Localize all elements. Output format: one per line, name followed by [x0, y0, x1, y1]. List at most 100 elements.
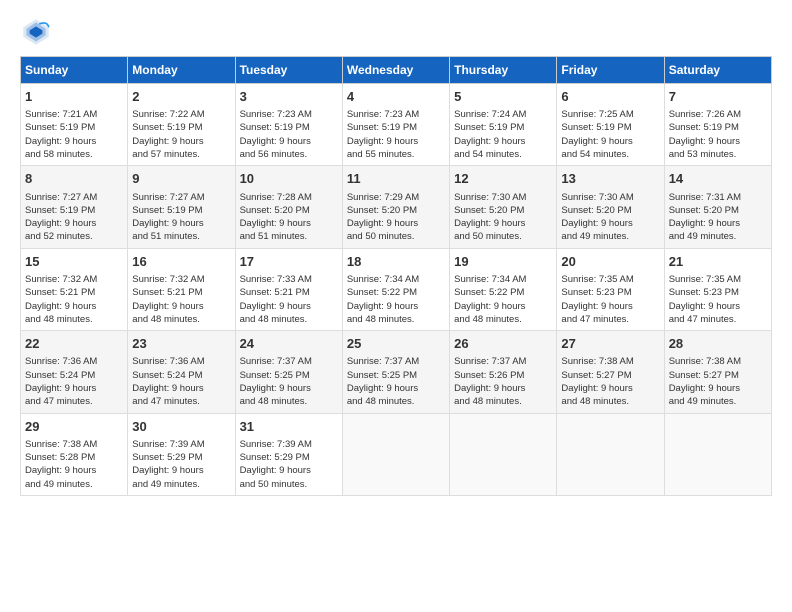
- header: [20, 16, 772, 48]
- calendar-cell: 31Sunrise: 7:39 AM Sunset: 5:29 PM Dayli…: [235, 413, 342, 495]
- day-info: Sunrise: 7:23 AM Sunset: 5:19 PM Dayligh…: [347, 109, 419, 160]
- day-number: 17: [240, 253, 338, 271]
- day-number: 7: [669, 88, 767, 106]
- day-info: Sunrise: 7:33 AM Sunset: 5:21 PM Dayligh…: [240, 274, 312, 325]
- day-number: 27: [561, 335, 659, 353]
- day-info: Sunrise: 7:37 AM Sunset: 5:26 PM Dayligh…: [454, 356, 526, 407]
- week-row-3: 15 Sunrise: 7:32 AM Sunset: 5:21 PM Dayli…: [21, 248, 772, 330]
- calendar-cell: 23 Sunrise: 7:36 AM Sunset: 5:24 PM Dayli…: [128, 331, 235, 413]
- logo: [20, 16, 58, 48]
- day-number: 29: [25, 418, 123, 436]
- week-row-1: 1 Sunrise: 7:21 AM Sunset: 5:19 PM Daylig…: [21, 84, 772, 166]
- day-info: Sunrise: 7:23 AM Sunset: 5:19 PM Dayligh…: [240, 109, 312, 160]
- day-header-thursday: Thursday: [450, 57, 557, 84]
- day-header-saturday: Saturday: [664, 57, 771, 84]
- day-number: 18: [347, 253, 445, 271]
- calendar-cell: 13Sunrise: 7:30 AM Sunset: 5:20 PM Dayli…: [557, 166, 664, 248]
- day-info: Sunrise: 7:31 AM Sunset: 5:20 PM Dayligh…: [669, 192, 741, 243]
- day-info: Sunrise: 7:25 AM Sunset: 5:19 PM Dayligh…: [561, 109, 633, 160]
- day-info: Sunrise: 7:35 AM Sunset: 5:23 PM Dayligh…: [669, 274, 741, 325]
- calendar-cell: 2Sunrise: 7:22 AM Sunset: 5:19 PM Daylig…: [128, 84, 235, 166]
- day-number: 8: [25, 170, 123, 188]
- calendar-cell: 9 Sunrise: 7:27 AM Sunset: 5:19 PM Daylig…: [128, 166, 235, 248]
- day-info: Sunrise: 7:38 AM Sunset: 5:28 PM Dayligh…: [25, 439, 97, 490]
- day-number: 15: [25, 253, 123, 271]
- calendar-cell: [342, 413, 449, 495]
- week-row-2: 8 Sunrise: 7:27 AM Sunset: 5:19 PM Daylig…: [21, 166, 772, 248]
- calendar-cell: 15Sunrise: 7:32 AM Sunset: 5:21 PM Dayli…: [21, 248, 128, 330]
- day-number: 6: [561, 88, 659, 106]
- day-number: 10: [240, 170, 338, 188]
- day-info: Sunrise: 7:36 AM Sunset: 5:24 PM Dayligh…: [25, 356, 97, 407]
- calendar-cell: 18 Sunrise: 7:34 AM Sunset: 5:22 PM Dayli…: [342, 248, 449, 330]
- calendar-cell: 30Sunrise: 7:39 AM Sunset: 5:29 PM Dayli…: [128, 413, 235, 495]
- day-info: Sunrise: 7:34 AM Sunset: 5:22 PM Dayligh…: [347, 274, 419, 325]
- calendar-cell: [664, 413, 771, 495]
- day-number: 1: [25, 88, 123, 106]
- week-row-4: 22 Sunrise: 7:36 AM Sunset: 5:24 PM Dayli…: [21, 331, 772, 413]
- day-number: 19: [454, 253, 552, 271]
- week-row-5: 29 Sunrise: 7:38 AM Sunset: 5:28 PM Dayli…: [21, 413, 772, 495]
- day-number: 22: [25, 335, 123, 353]
- day-number: 9: [132, 170, 230, 188]
- day-info: Sunrise: 7:38 AM Sunset: 5:27 PM Dayligh…: [561, 356, 633, 407]
- calendar-cell: 29 Sunrise: 7:38 AM Sunset: 5:28 PM Dayli…: [21, 413, 128, 495]
- calendar-cell: 27 Sunrise: 7:38 AM Sunset: 5:27 PM Dayli…: [557, 331, 664, 413]
- calendar-cell: 5Sunrise: 7:24 AM Sunset: 5:19 PM Daylig…: [450, 84, 557, 166]
- calendar-cell: 21Sunrise: 7:35 AM Sunset: 5:23 PM Dayli…: [664, 248, 771, 330]
- day-number: 20: [561, 253, 659, 271]
- day-info: Sunrise: 7:36 AM Sunset: 5:24 PM Dayligh…: [132, 356, 204, 407]
- day-number: 3: [240, 88, 338, 106]
- calendar-cell: 1 Sunrise: 7:21 AM Sunset: 5:19 PM Daylig…: [21, 84, 128, 166]
- calendar-cell: 16 Sunrise: 7:32 AM Sunset: 5:21 PM Dayli…: [128, 248, 235, 330]
- calendar-cell: 26 Sunrise: 7:37 AM Sunset: 5:26 PM Dayli…: [450, 331, 557, 413]
- day-info: Sunrise: 7:38 AM Sunset: 5:27 PM Dayligh…: [669, 356, 741, 407]
- day-number: 25: [347, 335, 445, 353]
- logo-icon: [20, 16, 52, 48]
- day-info: Sunrise: 7:32 AM Sunset: 5:21 PM Dayligh…: [132, 274, 204, 325]
- day-info: Sunrise: 7:30 AM Sunset: 5:20 PM Dayligh…: [454, 192, 526, 243]
- day-info: Sunrise: 7:37 AM Sunset: 5:25 PM Dayligh…: [347, 356, 419, 407]
- calendar-cell: 3 Sunrise: 7:23 AM Sunset: 5:19 PM Daylig…: [235, 84, 342, 166]
- calendar-cell: 17 Sunrise: 7:33 AM Sunset: 5:21 PM Dayli…: [235, 248, 342, 330]
- calendar-cell: 25 Sunrise: 7:37 AM Sunset: 5:25 PM Dayli…: [342, 331, 449, 413]
- day-number: 28: [669, 335, 767, 353]
- calendar-cell: [557, 413, 664, 495]
- day-info: Sunrise: 7:22 AM Sunset: 5:19 PM Dayligh…: [132, 109, 204, 160]
- calendar-cell: 4Sunrise: 7:23 AM Sunset: 5:19 PM Daylig…: [342, 84, 449, 166]
- day-info: Sunrise: 7:26 AM Sunset: 5:19 PM Dayligh…: [669, 109, 741, 160]
- day-header-monday: Monday: [128, 57, 235, 84]
- day-header-wednesday: Wednesday: [342, 57, 449, 84]
- calendar-cell: 11 Sunrise: 7:29 AM Sunset: 5:20 PM Dayli…: [342, 166, 449, 248]
- day-number: 11: [347, 170, 445, 188]
- day-number: 30: [132, 418, 230, 436]
- day-number: 13: [561, 170, 659, 188]
- calendar-cell: 19 Sunrise: 7:34 AM Sunset: 5:22 PM Dayli…: [450, 248, 557, 330]
- day-info: Sunrise: 7:27 AM Sunset: 5:19 PM Dayligh…: [25, 192, 97, 243]
- day-info: Sunrise: 7:37 AM Sunset: 5:25 PM Dayligh…: [240, 356, 312, 407]
- calendar-cell: 24Sunrise: 7:37 AM Sunset: 5:25 PM Dayli…: [235, 331, 342, 413]
- calendar-cell: 28 Sunrise: 7:38 AM Sunset: 5:27 PM Dayli…: [664, 331, 771, 413]
- day-info: Sunrise: 7:29 AM Sunset: 5:20 PM Dayligh…: [347, 192, 419, 243]
- calendar-cell: 20 Sunrise: 7:35 AM Sunset: 5:23 PM Dayli…: [557, 248, 664, 330]
- day-header-friday: Friday: [557, 57, 664, 84]
- day-number: 31: [240, 418, 338, 436]
- day-number: 16: [132, 253, 230, 271]
- calendar-cell: 14Sunrise: 7:31 AM Sunset: 5:20 PM Dayli…: [664, 166, 771, 248]
- day-header-sunday: Sunday: [21, 57, 128, 84]
- header-row: SundayMondayTuesdayWednesdayThursdayFrid…: [21, 57, 772, 84]
- calendar-cell: 6 Sunrise: 7:25 AM Sunset: 5:19 PM Daylig…: [557, 84, 664, 166]
- day-number: 12: [454, 170, 552, 188]
- day-info: Sunrise: 7:28 AM Sunset: 5:20 PM Dayligh…: [240, 192, 312, 243]
- calendar-cell: 22 Sunrise: 7:36 AM Sunset: 5:24 PM Dayli…: [21, 331, 128, 413]
- day-info: Sunrise: 7:27 AM Sunset: 5:19 PM Dayligh…: [132, 192, 204, 243]
- calendar-table: SundayMondayTuesdayWednesdayThursdayFrid…: [20, 56, 772, 496]
- day-number: 26: [454, 335, 552, 353]
- day-info: Sunrise: 7:35 AM Sunset: 5:23 PM Dayligh…: [561, 274, 633, 325]
- day-number: 23: [132, 335, 230, 353]
- day-info: Sunrise: 7:21 AM Sunset: 5:19 PM Dayligh…: [25, 109, 97, 160]
- calendar-cell: 12 Sunrise: 7:30 AM Sunset: 5:20 PM Dayli…: [450, 166, 557, 248]
- day-info: Sunrise: 7:34 AM Sunset: 5:22 PM Dayligh…: [454, 274, 526, 325]
- calendar-cell: 10 Sunrise: 7:28 AM Sunset: 5:20 PM Dayli…: [235, 166, 342, 248]
- calendar-cell: 8 Sunrise: 7:27 AM Sunset: 5:19 PM Daylig…: [21, 166, 128, 248]
